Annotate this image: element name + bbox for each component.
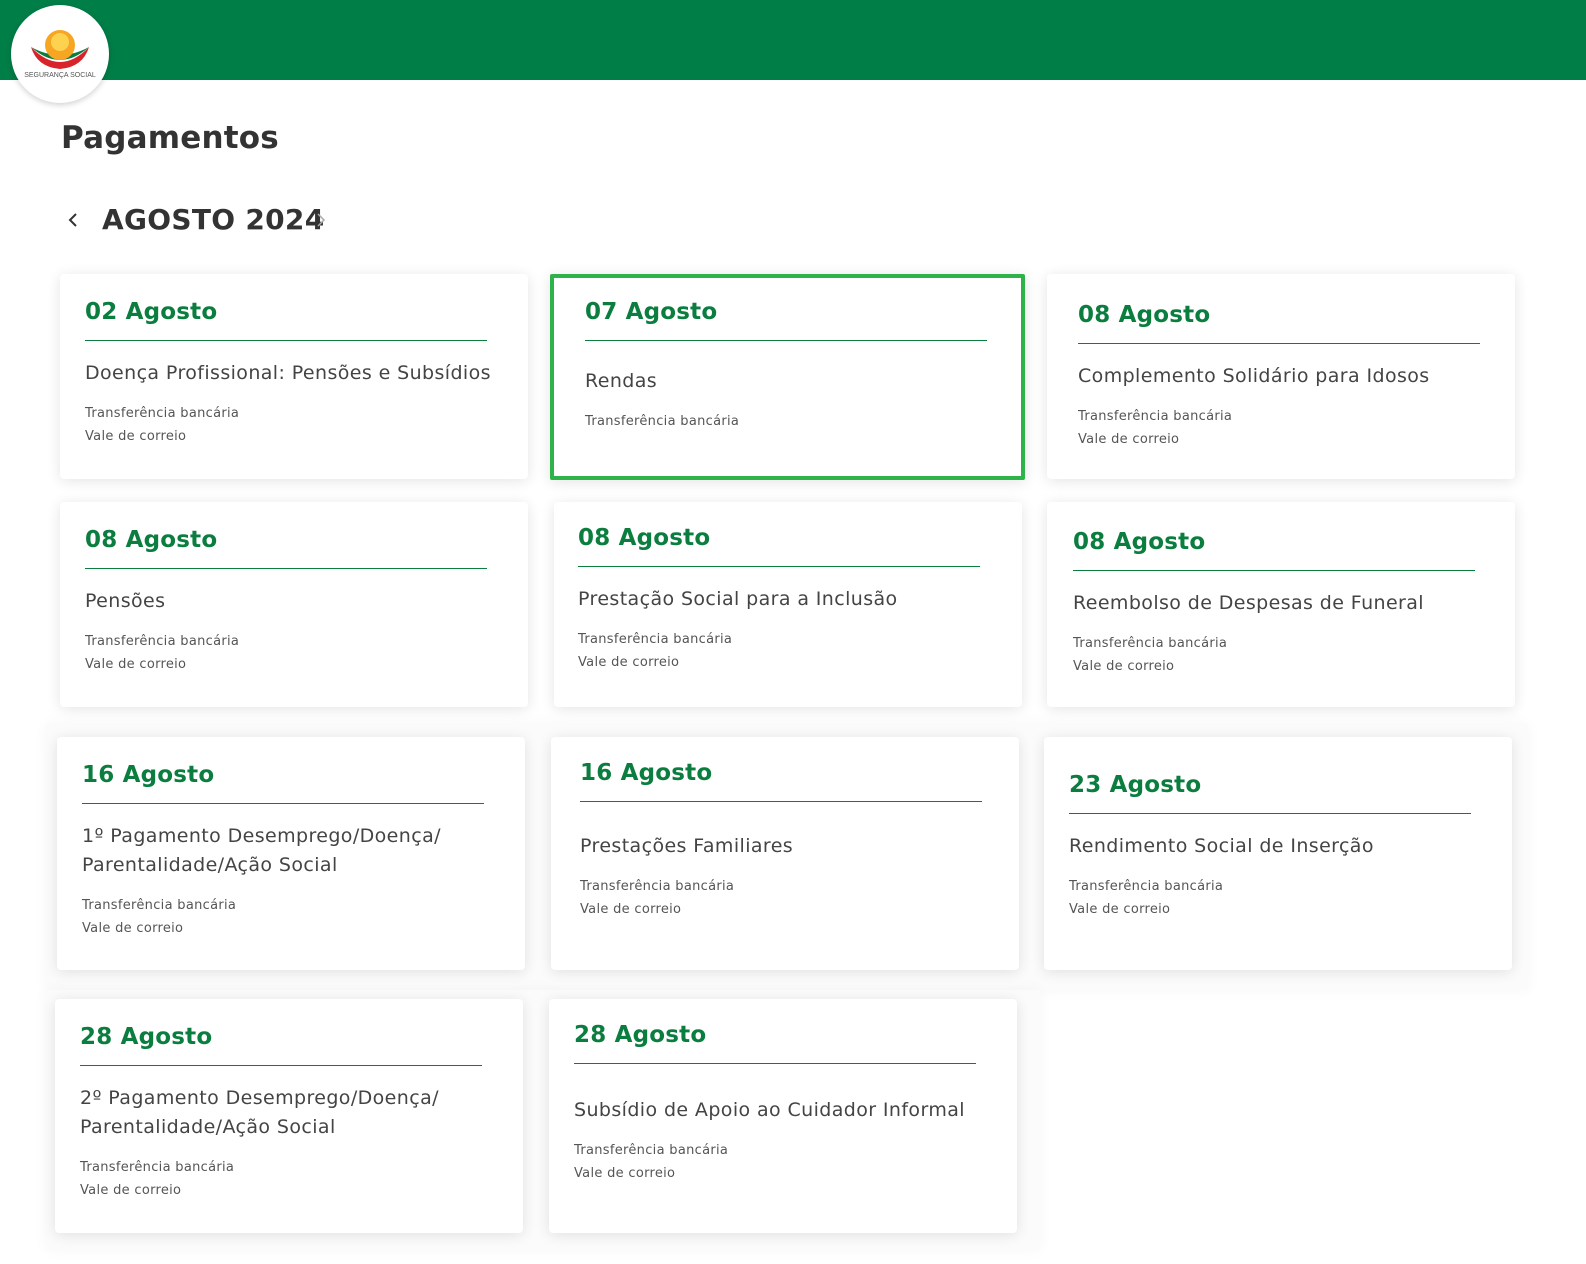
month-navigator: AGOSTO 2024: [60, 200, 360, 242]
payment-method: Vale de correio: [82, 921, 184, 936]
payment-method: Vale de correio: [85, 429, 187, 444]
payment-date: 28 Agosto: [574, 1022, 707, 1048]
payment-method: Vale de correio: [1069, 902, 1171, 917]
payment-method: Transferência bancária: [574, 1143, 729, 1158]
payment-method: Transferência bancária: [1078, 409, 1233, 424]
payment-date: 08 Agosto: [1073, 529, 1206, 555]
chevron-right-icon: [317, 213, 326, 227]
month-label: AGOSTO 2024: [102, 203, 325, 236]
card-divider: [1069, 813, 1471, 814]
payment-title: Doença Profissional: Pensões e Subsídios: [85, 362, 491, 384]
payment-methods: Transferência bancária Vale de correio: [1078, 405, 1490, 451]
card-divider: [1073, 570, 1475, 571]
seguranca-social-logo[interactable]: SEGURANÇA SOCIAL: [11, 5, 109, 103]
card-divider: [585, 340, 987, 341]
card-divider: [85, 568, 487, 569]
payment-date: 08 Agosto: [578, 525, 711, 551]
payment-card[interactable]: 28 Agosto Subsídio de Apoio ao Cuidador …: [549, 999, 1017, 1233]
payment-method: Transferência bancária: [578, 632, 733, 647]
payment-title: Subsídio de Apoio ao Cuidador Informal: [574, 1099, 965, 1121]
payment-date: 16 Agosto: [580, 760, 713, 786]
prev-month-button[interactable]: [60, 206, 88, 234]
payment-card-selected[interactable]: 07 Agosto Rendas Transferência bancária: [550, 274, 1025, 480]
payment-method: Vale de correio: [80, 1183, 182, 1198]
payment-methods: Transferência bancária Vale de correio: [1069, 875, 1487, 921]
payment-card[interactable]: 02 Agosto Doença Profissional: Pensões e…: [60, 274, 528, 479]
card-divider: [82, 803, 484, 804]
payment-title: Rendas: [585, 370, 658, 392]
payment-method: Transferência bancária: [585, 414, 740, 429]
payment-title: 2º Pagamento Desemprego/Doença/ Parental…: [80, 1087, 439, 1138]
sun-emblem-icon: SEGURANÇA SOCIAL: [24, 30, 96, 79]
card-divider: [574, 1063, 976, 1064]
top-bar: [0, 0, 1586, 80]
payment-methods: Transferência bancária Vale de correio: [1073, 632, 1490, 678]
payment-method: Transferência bancária: [85, 406, 240, 421]
payment-date: 08 Agosto: [85, 527, 218, 553]
payment-methods: Transferência bancária Vale de correio: [85, 630, 503, 676]
payment-methods: Transferência bancária: [585, 410, 989, 433]
card-divider: [1078, 343, 1480, 344]
payment-title: Prestações Familiares: [580, 835, 794, 857]
payment-method: Transferência bancária: [1069, 879, 1224, 894]
card-divider: [80, 1065, 482, 1066]
payment-date: 16 Agosto: [82, 762, 215, 788]
payment-methods: Transferência bancária Vale de correio: [82, 894, 500, 940]
payment-title: Rendimento Social de Inserção: [1069, 835, 1374, 857]
payment-date: 02 Agosto: [85, 299, 218, 325]
payment-date: 07 Agosto: [585, 299, 718, 325]
payment-card[interactable]: 08 Agosto Prestação Social para a Inclus…: [554, 502, 1022, 707]
payment-method: Vale de correio: [574, 1166, 676, 1181]
payment-title: Prestação Social para a Inclusão: [578, 588, 898, 610]
next-month-button[interactable]: [306, 206, 334, 234]
card-divider: [85, 340, 487, 341]
payment-method: Vale de correio: [580, 902, 682, 917]
payment-date: 08 Agosto: [1078, 302, 1211, 328]
payment-method: Transferência bancária: [580, 879, 735, 894]
payment-card[interactable]: 16 Agosto Prestações Familiares Transfer…: [551, 737, 1019, 970]
page-title: Pagamentos: [61, 120, 279, 156]
payment-method: Transferência bancária: [1073, 636, 1228, 651]
payment-card[interactable]: 08 Agosto Pensões Transferência bancária…: [60, 502, 528, 707]
payment-method: Vale de correio: [578, 655, 680, 670]
payment-methods: Transferência bancária Vale de correio: [574, 1139, 992, 1185]
chevron-left-icon: [68, 213, 77, 227]
card-divider: [580, 801, 982, 802]
payment-card[interactable]: 28 Agosto 2º Pagamento Desemprego/Doença…: [55, 999, 523, 1233]
payment-method: Vale de correio: [85, 657, 187, 672]
payment-title: 1º Pagamento Desemprego/Doença/ Parental…: [82, 825, 441, 876]
payment-methods: Transferência bancária Vale de correio: [80, 1156, 498, 1202]
payment-card[interactable]: 08 Agosto Reembolso de Despesas de Funer…: [1047, 502, 1515, 707]
payment-title: Pensões: [85, 590, 166, 612]
payment-card[interactable]: 16 Agosto 1º Pagamento Desemprego/Doença…: [57, 737, 525, 970]
payment-card[interactable]: 23 Agosto Rendimento Social de Inserção …: [1044, 737, 1512, 970]
payment-method: Vale de correio: [1078, 432, 1180, 447]
payment-card[interactable]: 08 Agosto Complemento Solidário para Ido…: [1047, 274, 1515, 479]
payment-method: Transferência bancária: [82, 898, 237, 913]
payment-title: Reembolso de Despesas de Funeral: [1073, 592, 1424, 614]
logo-text: SEGURANÇA SOCIAL: [24, 72, 96, 79]
payment-method: Transferência bancária: [85, 634, 240, 649]
payment-date: 23 Agosto: [1069, 772, 1202, 798]
payment-method: Vale de correio: [1073, 659, 1175, 674]
card-divider: [578, 566, 980, 567]
payment-methods: Transferência bancária Vale de correio: [580, 875, 994, 921]
payment-method: Transferência bancária: [80, 1160, 235, 1175]
payment-methods: Transferência bancária Vale de correio: [85, 402, 503, 448]
payment-date: 28 Agosto: [80, 1024, 213, 1050]
payment-methods: Transferência bancária Vale de correio: [578, 628, 997, 674]
payment-title: Complemento Solidário para Idosos: [1078, 365, 1430, 387]
